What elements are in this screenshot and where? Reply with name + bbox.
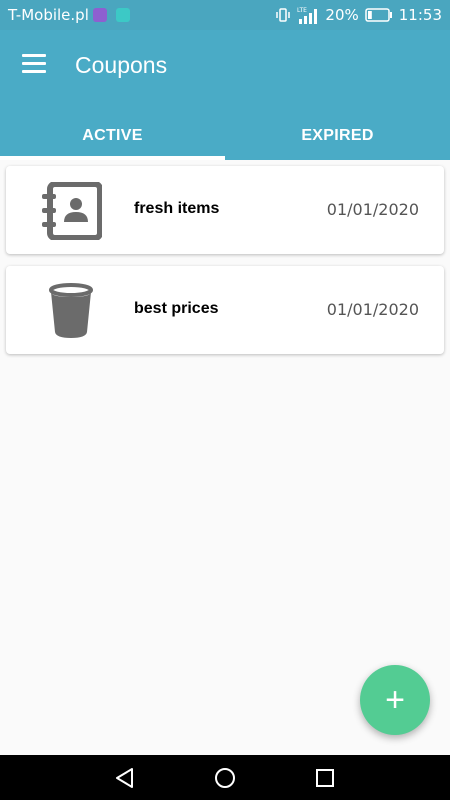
- vibrate-icon: [276, 8, 291, 22]
- tab-expired[interactable]: EXPIRED: [225, 112, 450, 160]
- tab-active[interactable]: ACTIVE: [0, 112, 225, 160]
- page-title: Coupons: [75, 52, 168, 78]
- coupon-card[interactable]: best prices 01/01/2020: [6, 266, 444, 354]
- menu-icon[interactable]: [22, 54, 48, 76]
- contact-book-icon: [42, 182, 102, 240]
- coupon-date: 01/01/2020: [326, 300, 419, 319]
- signal-icon: LTE: [297, 7, 318, 24]
- trash-bin-icon: [49, 283, 93, 338]
- tab-bar: ACTIVE EXPIRED: [0, 112, 450, 160]
- status-indicators: LTE 20% 11:53: [275, 6, 442, 24]
- system-navigation-bar: [0, 755, 450, 800]
- coupon-card[interactable]: fresh items 01/01/2020: [6, 166, 444, 254]
- download-notification-icon: [116, 8, 130, 22]
- battery-percent: 20%: [325, 6, 359, 24]
- coupon-label: best prices: [134, 300, 219, 317]
- coupon-date: 01/01/2020: [326, 200, 419, 219]
- network-type: LTE: [297, 7, 307, 14]
- add-coupon-button[interactable]: +: [360, 665, 430, 735]
- battery-icon: [365, 8, 392, 22]
- recent-apps-icon[interactable]: [312, 765, 338, 791]
- coupon-label: fresh items: [134, 200, 220, 217]
- home-icon[interactable]: [212, 765, 238, 791]
- app-bar: Coupons ACTIVE EXPIRED: [0, 30, 450, 160]
- plus-icon: +: [385, 680, 405, 719]
- carrier-name: T-Mobile.pl: [8, 6, 89, 24]
- back-icon[interactable]: [112, 765, 138, 791]
- clock: 11:53: [398, 6, 442, 24]
- gallery-notification-icon: [93, 8, 107, 22]
- status-bar: T-Mobile.pl LTE 20% 11:53: [0, 0, 450, 30]
